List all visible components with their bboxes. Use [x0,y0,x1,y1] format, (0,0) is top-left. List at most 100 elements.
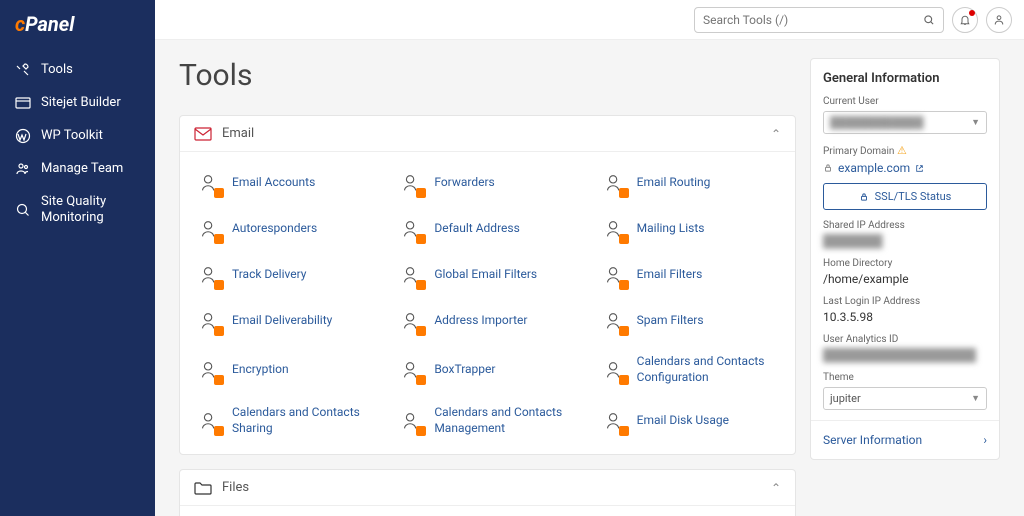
folder-icon [194,481,212,495]
info-column: General Information Current User ███████… [810,58,1000,498]
theme-select[interactable]: jupiter ▼ [823,387,987,410]
files-tools-grid: File ManagerImagesDirectory PrivacyDisk … [180,506,795,516]
tool-icon [196,170,222,196]
files-panel: Files ⌃ File ManagerImagesDirectory Priv… [179,469,796,516]
caret-down-icon: ▼ [971,393,980,404]
server-info-link[interactable]: Server Information › [811,420,999,459]
email-panel: Email ⌃ Email Accounts Forwarders Email Ro… [179,115,796,455]
tool-label: Calendars and Contacts Sharing [232,405,374,436]
tool-label: Calendars and Contacts Configuration [637,354,779,385]
tool-item[interactable]: Track Delivery [184,252,386,298]
domain-value: example.com [838,161,910,175]
tool-label: Email Accounts [232,175,315,191]
email-tools-grid: Email Accounts Forwarders Email Routing Aut… [180,152,795,454]
ssl-button-label: SSL/TLS Status [875,190,952,203]
tool-label: Email Disk Usage [637,413,729,429]
warning-icon: ⚠ [897,144,907,157]
tool-label: Mailing Lists [637,221,705,237]
nav: Tools Sitejet Builder WP Toolkit Manage … [0,46,155,243]
tool-item[interactable]: Address Importer [386,298,588,344]
tool-item[interactable]: Mailing Lists [589,206,791,252]
analytics-value: ██████████████████ [823,348,987,362]
tool-icon [601,262,627,288]
tool-icon [398,170,424,196]
search-input[interactable] [703,13,923,27]
tool-item[interactable]: Email Routing [589,160,791,206]
tool-label: Address Importer [434,313,527,329]
tool-item[interactable]: BoxTrapper [386,344,588,395]
caret-down-icon: ▼ [971,117,980,128]
logo-prefix: c [15,12,25,36]
tool-label: BoxTrapper [434,362,495,378]
notifications-button[interactable] [952,7,978,33]
tool-item[interactable]: Global Email Filters [386,252,588,298]
nav-team[interactable]: Manage Team [0,153,155,186]
tool-item[interactable]: Email Filters [589,252,791,298]
nav-label: WP Toolkit [41,128,103,145]
ssl-status-button[interactable]: SSL/TLS Status [823,183,987,210]
tool-item[interactable]: Forwarders [386,160,588,206]
last-login-value: 10.3.5.98 [823,310,987,324]
shared-ip-value: ███████ [823,234,987,248]
tool-icon [196,216,222,242]
tool-item[interactable]: Calendars and Contacts Sharing [184,395,386,446]
tool-label: Autoresponders [232,221,317,237]
wp-icon [15,128,31,144]
tool-label: Email Routing [637,175,711,191]
tool-icon [196,262,222,288]
tool-icon [601,357,627,383]
panel-title: Email [222,126,254,141]
tool-icon [398,408,424,434]
topbar [155,0,1024,40]
general-info-panel: General Information Current User ███████… [810,58,1000,460]
chevron-right-icon: › [983,433,987,447]
current-user-label: Current User [823,96,987,107]
tool-item[interactable]: Encryption [184,344,386,395]
logo: cPanel [0,0,155,46]
info-title: General Information [823,71,987,86]
chevron-up-icon: ⌃ [771,481,781,495]
files-panel-header[interactable]: Files ⌃ [180,470,795,506]
tool-icon [398,308,424,334]
nav-label: Sitejet Builder [41,95,121,112]
tool-item[interactable]: Email Disk Usage [589,395,791,446]
tool-item[interactable]: Spam Filters [589,298,791,344]
tool-item[interactable]: Calendars and Contacts Management [386,395,588,446]
nav-label: Manage Team [41,161,123,178]
tool-icon [601,308,627,334]
notification-dot [969,10,975,16]
server-info-label: Server Information [823,433,922,447]
tools-icon [15,62,31,78]
nav-tools[interactable]: Tools [0,54,155,87]
nav-quality[interactable]: Site Quality Monitoring [0,186,155,236]
user-button[interactable] [986,7,1012,33]
theme-label: Theme [823,372,987,383]
tool-item[interactable]: Default Address [386,206,588,252]
page-title: Tools [179,58,796,93]
tool-label: Forwarders [434,175,494,191]
search-box[interactable] [694,7,944,33]
nav-wp[interactable]: WP Toolkit [0,120,155,153]
tool-icon [601,170,627,196]
primary-domain-link[interactable]: example.com [823,161,987,175]
tool-item[interactable]: Email Deliverability [184,298,386,344]
tool-label: Default Address [434,221,519,237]
home-dir-label: Home Directory [823,258,987,269]
tool-item[interactable]: Autoresponders [184,206,386,252]
panel-title: Files [222,480,249,495]
tool-icon [398,357,424,383]
tool-label: Calendars and Contacts Management [434,405,576,436]
current-user-select[interactable]: ████████████ ▼ [823,111,987,134]
sidebar: cPanel Tools Sitejet Builder WP Toolkit … [0,0,155,516]
main: Tools Email ⌃ Email AccountsForwardersEm… [155,0,1024,516]
tool-label: Email Filters [637,267,703,283]
lock-icon [823,163,833,173]
nav-sitejet[interactable]: Sitejet Builder [0,87,155,120]
tool-item[interactable]: Email Accounts [184,160,386,206]
quality-icon [15,202,31,218]
email-panel-header[interactable]: Email ⌃ [180,116,795,152]
tool-item[interactable]: Calendars and Contacts Configuration [589,344,791,395]
tool-label: Global Email Filters [434,267,537,283]
user-icon [993,14,1005,26]
nav-label: Site Quality Monitoring [41,194,140,228]
